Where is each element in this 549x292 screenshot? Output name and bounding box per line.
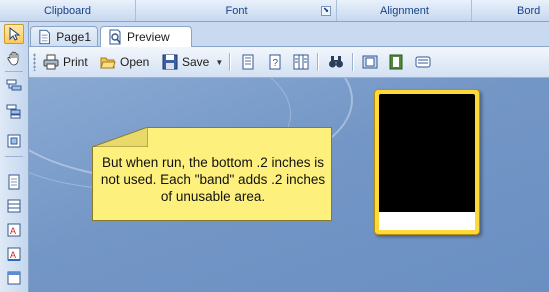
tab-page1[interactable]: Page1 [30, 26, 98, 46]
print-label: Print [63, 55, 88, 69]
multi-page-button[interactable] [415, 54, 431, 70]
floppy-disk-icon [162, 54, 178, 70]
window-icon [7, 271, 21, 285]
print-button[interactable]: Print [43, 52, 88, 72]
toolbar-separator [229, 53, 231, 71]
print-preview-icon [109, 29, 121, 45]
page-setup-button[interactable] [240, 54, 256, 70]
ribbon-group-alignment[interactable]: Alignment [338, 0, 472, 21]
ribbon-group-border[interactable]: Bord [473, 0, 549, 21]
columns-button[interactable] [293, 54, 309, 70]
ribbon-group-label: Alignment [380, 5, 429, 17]
band-tool-3[interactable] [4, 131, 24, 151]
band-tool-2[interactable] [4, 101, 24, 121]
tab-label: Preview [127, 30, 170, 44]
tab-preview[interactable]: Preview [100, 26, 192, 47]
svg-text:A: A [10, 226, 16, 236]
unused-bottom-margin [379, 212, 475, 230]
ribbon-group-font[interactable]: Font ⬊ [137, 0, 337, 21]
single-page-icon [362, 55, 378, 69]
ribbon-group-strip: Clipboard Font ⬊ Alignment Bord [0, 0, 549, 22]
page-view-icon [389, 54, 403, 70]
chevron-down-icon[interactable]: ▼ [215, 58, 223, 67]
callout-note: But when run, the bottom .2 inches is no… [92, 127, 338, 227]
band-group-icon [6, 104, 21, 119]
text-tool[interactable] [4, 172, 24, 192]
note-fold-corner [92, 127, 148, 147]
document-icon [39, 29, 50, 44]
hand-icon [7, 51, 19, 66]
page-icon [8, 174, 20, 190]
ribbon-group-label: Font [225, 5, 248, 17]
toolbar-grip[interactable] [33, 53, 36, 71]
report-content-area [379, 94, 475, 212]
open-label: Open [120, 55, 150, 69]
table-icon [7, 199, 21, 213]
tool-separator [5, 156, 23, 157]
tab-label: Page1 [56, 29, 91, 44]
save-label: Save [182, 55, 210, 69]
document-tabs: Page1 Preview [29, 22, 549, 47]
svg-text:?: ? [273, 58, 279, 69]
pointer-icon [9, 26, 21, 41]
dialog-launcher-icon[interactable]: ⬊ [321, 6, 331, 16]
multi-page-icon [415, 56, 431, 68]
ribbon-group-label: Bord [517, 5, 541, 17]
band-tool-1[interactable] [4, 75, 24, 95]
table-tool[interactable] [4, 196, 24, 216]
save-button[interactable]: Save ▼ [162, 52, 223, 72]
open-button[interactable]: Open [100, 52, 149, 72]
binoculars-icon [329, 56, 343, 68]
toolbar-separator [317, 53, 319, 71]
find-button[interactable] [328, 54, 344, 70]
subreport-icon [7, 134, 21, 148]
shape-tool[interactable] [4, 268, 24, 288]
toolbar-separator [352, 53, 354, 71]
svg-text:A: A [10, 250, 16, 260]
left-tool-strip: A A [0, 22, 29, 292]
preview-toolbar: Print Open Save ▼ ? [29, 47, 549, 78]
note-text: But when run, the bottom .2 inches is no… [100, 155, 326, 204]
folder-open-icon [100, 57, 116, 69]
label-icon: A [7, 223, 21, 237]
page-view-button[interactable] [388, 54, 404, 70]
page-preview-thumbnail[interactable] [374, 89, 480, 235]
tool-separator [5, 71, 23, 72]
band-icon [6, 79, 22, 91]
help-page-icon: ? [269, 54, 281, 70]
image-tool[interactable]: A [4, 244, 24, 264]
help-button[interactable]: ? [267, 54, 283, 70]
ribbon-group-label: Clipboard [43, 5, 92, 17]
pointer-tool[interactable] [4, 24, 24, 44]
page-setup-icon [242, 54, 254, 70]
label-tool[interactable]: A [4, 220, 24, 240]
ribbon-group-clipboard[interactable]: Clipboard [0, 0, 136, 21]
columns-icon [293, 54, 309, 70]
printer-icon [43, 54, 59, 70]
single-page-button[interactable] [362, 54, 378, 70]
pan-tool[interactable] [4, 48, 24, 68]
richtext-icon: A [7, 247, 21, 261]
